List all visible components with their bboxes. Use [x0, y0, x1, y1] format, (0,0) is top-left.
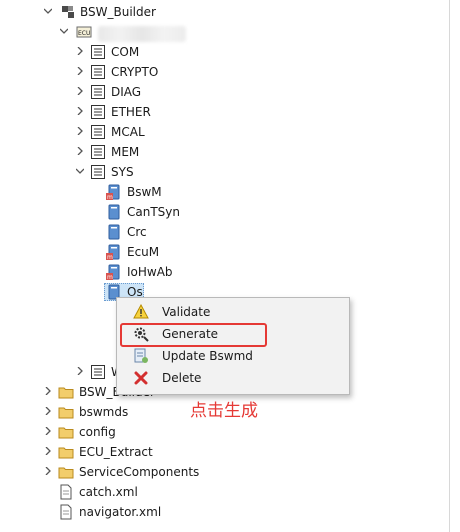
tree-module-label: IoHwAb — [127, 265, 173, 279]
expand-right-icon[interactable] — [44, 407, 52, 415]
tree-folder-com[interactable]: COM — [76, 42, 296, 62]
svg-text:ECU: ECU — [78, 30, 90, 37]
expand-right-icon[interactable] — [76, 47, 84, 55]
update-icon — [133, 348, 149, 364]
svg-text:m: m — [107, 274, 113, 280]
tree-module-label: EcuM — [127, 245, 160, 259]
menu-item-delete[interactable]: Delete — [117, 367, 349, 389]
menu-item-update-bswmd[interactable]: Update Bswmd — [117, 345, 349, 367]
tree-module-iohwab[interactable]: m IoHwAb — [106, 262, 326, 282]
expand-right-icon[interactable] — [76, 147, 84, 155]
xml-file-icon — [58, 484, 74, 500]
tree-module-label: BswM — [127, 185, 162, 199]
generate-highlight-box — [120, 323, 267, 347]
folder-icon — [58, 464, 74, 480]
tree-module-ecum[interactable]: m EcuM — [106, 242, 326, 262]
tree-folder-label: COM — [111, 45, 140, 59]
expand-down-icon[interactable] — [44, 7, 52, 15]
folder-icon — [58, 444, 74, 460]
expand-right-icon[interactable] — [44, 447, 52, 455]
tree-root-label: BSW_Builder — [80, 5, 156, 19]
tree-module-label: CanTSyn — [127, 205, 180, 219]
view-divider — [449, 0, 450, 532]
expand-down-icon[interactable] — [60, 27, 68, 35]
expand-right-icon[interactable] — [76, 107, 84, 115]
tree-folder-label: MCAL — [111, 125, 145, 139]
expand-right-icon[interactable] — [76, 127, 84, 135]
tree-folder-crypto[interactable]: CRYPTO — [76, 62, 296, 82]
svg-text:m: m — [107, 194, 113, 200]
module-warning-icon: m — [106, 264, 122, 281]
module-list-icon — [90, 364, 106, 380]
expand-right-icon[interactable] — [76, 67, 84, 75]
expand-right-icon[interactable] — [76, 367, 84, 375]
expand-right-icon[interactable] — [44, 467, 52, 475]
tree-item-label: ECU_Extract — [79, 445, 153, 459]
tree-item-label: ServiceComponents — [79, 465, 200, 479]
svg-text:m: m — [107, 254, 113, 260]
menu-item-label: Update Bswmd — [162, 349, 253, 363]
tree-folder-sys[interactable]: SYS — [76, 162, 296, 182]
delete-icon — [133, 370, 149, 386]
tree-folder-mem[interactable]: MEM — [76, 142, 296, 162]
tree-item-servicecomponents[interactable]: ServiceComponents — [44, 462, 264, 482]
tree-folder-label: ETHER — [111, 105, 151, 119]
tree-folder-label: DIAG — [111, 85, 142, 99]
ecu-icon: ECU — [76, 24, 92, 40]
tree-item-label: bswmds — [79, 405, 129, 419]
tree-root-row[interactable]: BSW_Builder — [44, 2, 244, 22]
module-icon — [106, 224, 122, 240]
redacted-ecu-name — [98, 26, 186, 42]
module-list-icon — [90, 164, 106, 180]
tree-folder-mcal[interactable]: MCAL — [76, 122, 296, 142]
project-icon — [60, 4, 76, 20]
expand-right-icon[interactable] — [44, 427, 52, 435]
tree-folder-diag[interactable]: DIAG — [76, 82, 296, 102]
tree-item-label: config — [79, 425, 116, 439]
folder-icon — [58, 404, 74, 420]
expand-right-icon[interactable] — [76, 87, 84, 95]
module-list-icon — [90, 104, 106, 120]
menu-item-validate[interactable]: Validate — [117, 301, 349, 323]
tree-folder-label: CRYPTO — [111, 65, 159, 79]
warning-icon — [133, 303, 149, 320]
tree-module-bswm[interactable]: m BswM — [106, 182, 326, 202]
tree-item-catch-xml[interactable]: catch.xml — [44, 482, 264, 502]
tree-folder-ether[interactable]: ETHER — [76, 102, 296, 122]
expand-down-icon[interactable] — [76, 167, 84, 175]
tree-item-label: navigator.xml — [79, 505, 162, 519]
tree-item-config[interactable]: config — [44, 422, 264, 442]
tree-item-ecu-extract[interactable]: ECU_Extract — [44, 442, 264, 462]
xml-file-icon — [58, 504, 74, 520]
tree-item-navigator-xml[interactable]: navigator.xml — [44, 502, 264, 522]
folder-icon — [58, 424, 74, 440]
annotation-text: 点击生成 — [190, 401, 258, 421]
tree-module-label: Crc — [127, 225, 147, 239]
module-icon — [106, 204, 122, 220]
folder-icon — [58, 384, 74, 400]
module-list-icon — [90, 84, 106, 100]
tree-item-label: catch.xml — [79, 485, 138, 499]
menu-item-label: Delete — [162, 371, 202, 385]
module-list-icon — [90, 44, 106, 60]
module-list-icon — [90, 144, 106, 160]
tree-module-cantsyn[interactable]: CanTSyn — [106, 202, 326, 222]
module-list-icon — [90, 124, 106, 140]
tree-folder-label: SYS — [111, 165, 134, 179]
expand-right-icon[interactable] — [44, 387, 52, 395]
module-warning-icon: m — [106, 244, 122, 261]
module-warning-icon: m — [106, 184, 122, 201]
menu-item-label: Validate — [162, 305, 211, 319]
tree-module-crc[interactable]: Crc — [106, 222, 326, 242]
tree-folder-label: MEM — [111, 145, 140, 159]
module-list-icon — [90, 64, 106, 80]
